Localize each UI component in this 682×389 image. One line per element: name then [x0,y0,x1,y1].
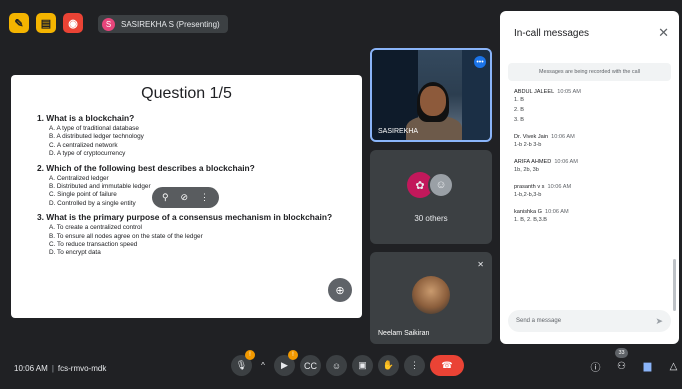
mic-off-icon: ✕ [477,260,484,269]
message-placeholder: Send a message [516,318,562,324]
option: A. A type of traditional database [49,125,139,132]
chat-button[interactable]: ▆ [639,358,656,375]
option: D. To encrypt data [49,249,101,257]
scrollbar[interactable] [673,259,676,311]
option: A. Centralized ledger [49,174,109,182]
participant-name: Neelam Saikiran [378,330,430,337]
more-options-icon[interactable]: ••• [474,56,486,68]
emoji-icon: ☺ [331,360,342,371]
slide-title: Question 1/5 [141,85,232,102]
mic-off-icon: 🎙 [235,360,248,370]
more-vert-icon: ⋮ [410,360,419,370]
send-icon[interactable]: ➤ [655,316,663,327]
whiteboard-icon[interactable]: ✎ [9,13,29,33]
camera-off-icon: ▶ [281,360,288,370]
chat-icon: ▆ [643,361,652,372]
people-button[interactable]: ⚇ 33 [613,348,630,375]
presentation-floating-toolbar: ⚲ ⊘ ⋮ [152,187,219,208]
question-text: 3. What is the primary purpose of a cons… [37,212,333,223]
camera-button[interactable]: ▶! [274,350,298,376]
raise-hand-button[interactable]: ✋ [378,355,399,376]
message-input[interactable]: Send a message ➤ [508,310,671,332]
chat-message: kanishka G 10:06 AM 1. B, 2. B,3.B [514,209,569,223]
question-text: 1. What is a blockchain? [37,113,135,123]
top-left-tools: ✎ ▤ ◉ [9,13,83,33]
mic-button[interactable]: 🎙! [231,350,255,376]
chat-message: ARIFA AHMED 10:06 AM 1b, 2b, 3b [514,159,578,173]
chat-message: prasanth v s 10:06 AM 1-b,2-b,3-b [514,184,572,198]
presenter-face [420,86,446,116]
chevron-up-icon[interactable]: ^ [257,361,269,370]
others-tile[interactable]: ✿ ☺ 30 others [370,150,492,244]
present-button[interactable]: ▣ [352,355,373,376]
presenting-label: SASIREKHA S (Presenting) [121,19,220,29]
clock-time: 10:06 AM [14,364,48,373]
option: B. A distributed ledger technology [49,133,144,141]
others-count: 30 others [414,214,448,223]
end-call-icon: ☎ [441,360,453,370]
raise-hand-icon: ✋ [382,360,395,370]
option: C. A centralized network [49,141,118,149]
option: C. To reduce transaction speed [49,241,138,249]
presenter-video-tile[interactable]: SASIREKHA ••• [370,48,492,142]
in-call-messages-panel: In-call messages ✕ Messages are being re… [500,11,679,344]
chat-message: Dr. Vivek Jain 10:06 AM 1-b 2-b 3-b [514,134,575,148]
warning-badge: ! [245,350,255,360]
end-call-button[interactable]: ☎ [430,355,464,376]
message-list: ABDUL JALEEL 10:05 AM 1. B 2. B 3. B Dr. … [514,89,664,234]
document-icon[interactable]: ▤ [36,13,56,33]
question-block: 1. What is a blockchain? A. A type of tr… [37,113,362,159]
captions-button[interactable]: CC [300,355,321,376]
participant-tile[interactable]: ✕ Neelam Saikiran [370,252,492,344]
meeting-code: fcs-rmvo-mdk [57,364,107,373]
option: A. To create a centralized control [49,224,142,232]
info-button[interactable]: ⓘ [587,358,604,375]
recording-note: Messages are being recorded with the cal… [508,63,671,81]
activities-icon: △ [669,361,678,372]
activities-button[interactable]: △ [665,358,682,375]
record-icon[interactable]: ◉ [63,13,83,33]
chat-message: ABDUL JALEEL 10:05 AM 1. B 2. B 3. B [514,89,581,123]
zoom-button[interactable]: ⊕ [328,278,352,302]
more-vert-icon[interactable]: ⋮ [200,192,209,203]
more-button[interactable]: ⋮ [404,355,425,376]
presenter-name: SASIREKHA [378,128,419,135]
question-block: 3. What is the primary purpose of a cons… [37,212,362,258]
question-text: 2. Which of the following best describes… [37,162,255,173]
captions-icon: CC [304,360,317,371]
warning-badge: ! [288,350,298,360]
panel-title: In-call messages [514,28,590,39]
presenter-avatar: S [102,17,115,31]
meeting-info: 10:06 AM | fcs-rmvo-mdk [14,364,107,373]
presenting-chip: S SASIREKHA S (Presenting) [98,15,228,33]
pin-icon[interactable]: ⚲ [162,192,169,203]
call-controls: 🎙! ^ ▶! CC ☺ ▣ ✋ ⋮ ☎ [231,350,464,376]
participant-count: 33 [615,348,628,358]
participant-avatar [412,276,450,314]
info-icon: ⓘ [590,363,601,374]
emoji-button[interactable]: ☺ [326,355,347,376]
side-controls: ⓘ ⚇ 33 ▆ △ [587,348,682,375]
close-icon[interactable]: ✕ [658,25,669,41]
mute-icon[interactable]: ⊘ [181,192,189,203]
zoom-icon: ⊕ [335,284,345,297]
person-avatar: ☺ [428,172,454,198]
option: B. To ensure all nodes agree on the stat… [49,232,203,240]
present-icon: ▣ [358,360,367,370]
people-icon: ⚇ [617,361,626,372]
option: D. A type of cryptocurrency [49,150,126,158]
